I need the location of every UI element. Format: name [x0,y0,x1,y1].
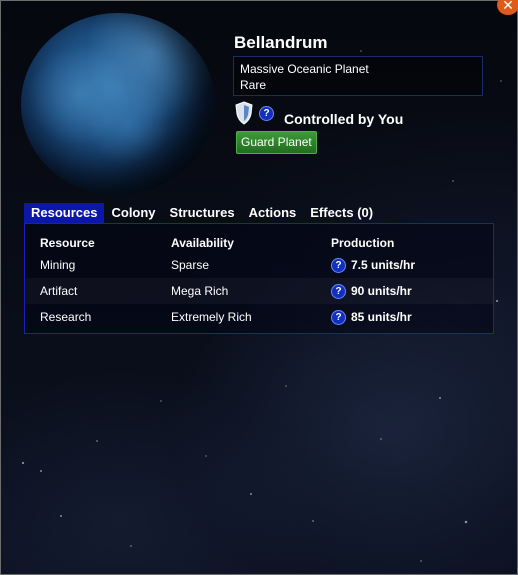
resource-availability: Extremely Rich [171,310,252,324]
tab-bar: Resources Colony Structures Actions Effe… [24,203,380,223]
planet-image [21,13,215,195]
help-icon[interactable]: ? [259,106,274,121]
guard-planet-button[interactable]: Guard Planet [236,131,317,154]
resource-production: ? 7.5 units/hr [331,252,415,278]
planet-type: Massive Oceanic Planet [240,62,369,76]
production-value: 85 units/hr [351,310,412,324]
help-icon[interactable]: ? [331,257,346,273]
table-row: Research Extremely Rich ? 85 units/hr [25,304,493,330]
close-icon[interactable]: ✕ [497,0,518,15]
help-icon[interactable]: ? [331,309,346,325]
resource-production: ? 85 units/hr [331,304,412,330]
shield-icon [235,101,253,125]
tab-colony[interactable]: Colony [104,203,162,223]
tab-structures[interactable]: Structures [163,203,242,223]
tab-actions[interactable]: Actions [242,203,304,223]
resource-availability: Mega Rich [171,284,229,298]
resource-name: Mining [40,258,76,272]
resource-production: ? 90 units/hr [331,278,412,304]
control-status: Controlled by You [284,111,404,127]
table-row: Artifact Mega Rich ? 90 units/hr [25,278,493,304]
resource-name: Artifact [40,284,78,298]
resource-name: Research [40,310,92,324]
production-value: 7.5 units/hr [351,258,416,272]
production-value: 90 units/hr [351,284,412,298]
planet-description-box: Massive Oceanic Planet Rare [233,56,483,96]
tab-resources[interactable]: Resources [24,203,105,223]
planet-info-window: ✕ Bellandrum Massive Oceanic Planet Rare… [0,0,518,575]
tab-effects[interactable]: Effects (0) [303,203,380,223]
resource-availability: Sparse [171,258,210,272]
planet-rarity: Rare [240,78,267,92]
resources-panel: Resource Availability Production Mining … [24,223,494,334]
table-row: Mining Sparse ? 7.5 units/hr [25,252,493,278]
planet-name: Bellandrum [234,33,328,52]
help-icon[interactable]: ? [331,283,346,299]
